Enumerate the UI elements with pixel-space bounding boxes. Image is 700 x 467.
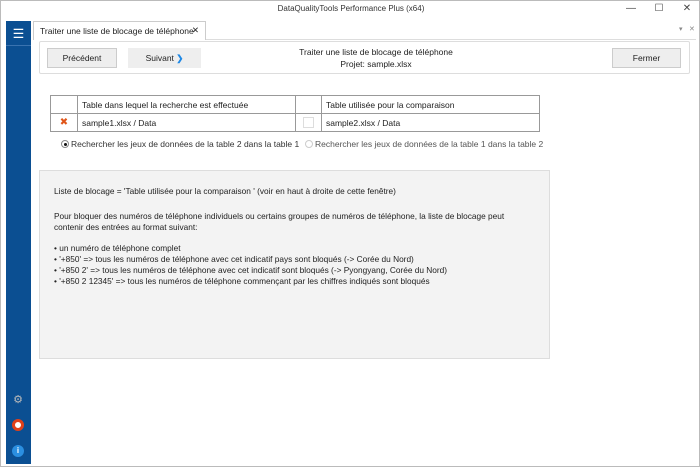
table-row: ✖ sample1.xlsx / Data sample2.xlsx / Dat… xyxy=(50,113,540,132)
tab-label: Traiter une liste de blocage de téléphon… xyxy=(40,26,194,36)
radio-unselected-icon xyxy=(305,140,313,148)
chevron-right-icon: ❯ xyxy=(176,53,184,63)
close-window-button[interactable]: ✕ xyxy=(677,3,697,14)
window-title: DataQualityTools Performance Plus (x64) xyxy=(277,4,425,13)
table-header-row: Table dans lequel la recherche est effec… xyxy=(50,95,540,114)
tabstrip-close-icon[interactable]: ✕ xyxy=(689,25,695,33)
clear-icon[interactable]: ✖ xyxy=(50,113,78,132)
bullet-item: • '+850' => tous les numéros de téléphon… xyxy=(54,254,414,264)
maximize-button[interactable]: ☐ xyxy=(649,3,669,14)
lifebuoy-icon[interactable] xyxy=(12,419,24,431)
previous-button[interactable]: Précédent xyxy=(47,48,117,68)
tab-blocklist[interactable]: Traiter une liste de blocage de téléphon… xyxy=(33,21,206,40)
radio-option-2[interactable]: Rechercher les jeux de données de la tab… xyxy=(305,139,543,149)
gear-icon[interactable]: ⚙ xyxy=(12,394,24,406)
close-button[interactable]: Fermer xyxy=(612,48,681,68)
col1-header: Table dans lequel la recherche est effec… xyxy=(77,95,296,114)
info-icon[interactable]: i xyxy=(12,445,24,457)
info-panel: Liste de blocage = 'Table utilisée pour … xyxy=(39,170,550,359)
radio-label: Rechercher les jeux de données de la tab… xyxy=(315,139,544,149)
info-line: Liste de blocage = 'Table utilisée pour … xyxy=(54,186,396,196)
project-label: Projet: sample.xlsx xyxy=(340,59,412,69)
divider xyxy=(206,39,696,40)
table-selection: Table dans lequel la recherche est effec… xyxy=(50,95,540,132)
radio-label: Rechercher les jeux de données de la tab… xyxy=(71,139,300,149)
sidebar: ☰ ⚙ i xyxy=(6,21,31,464)
minimize-button[interactable]: — xyxy=(621,3,641,14)
bullet-item: • '+850 2 12345' => tous les numéros de … xyxy=(54,276,430,286)
next-label: Suivant xyxy=(145,53,174,63)
radio-selected-icon xyxy=(61,140,69,148)
hamburger-icon[interactable]: ☰ xyxy=(6,21,31,46)
page-title: Traiter une liste de blocage de téléphon… xyxy=(299,47,453,57)
next-button[interactable]: Suivant ❯ xyxy=(128,48,201,68)
tab-menu-icon[interactable]: ▾ xyxy=(679,25,683,33)
col2-header: Table utilisée pour la comparaison xyxy=(321,95,540,114)
table1-value[interactable]: sample1.xlsx / Data xyxy=(77,113,296,132)
info-paragraph: Pour bloquer des numéros de téléphone in… xyxy=(54,211,505,232)
table2-value[interactable]: sample2.xlsx / Data xyxy=(321,113,540,132)
table2-checkbox[interactable] xyxy=(303,117,314,128)
radio-option-1[interactable]: Rechercher les jeux de données de la tab… xyxy=(61,139,299,149)
bullet-item: • un numéro de téléphone complet xyxy=(54,243,181,253)
close-tab-icon[interactable]: ✕ xyxy=(192,25,199,36)
bullet-item: • '+850 2' => tous les numéros de téléph… xyxy=(54,265,448,275)
